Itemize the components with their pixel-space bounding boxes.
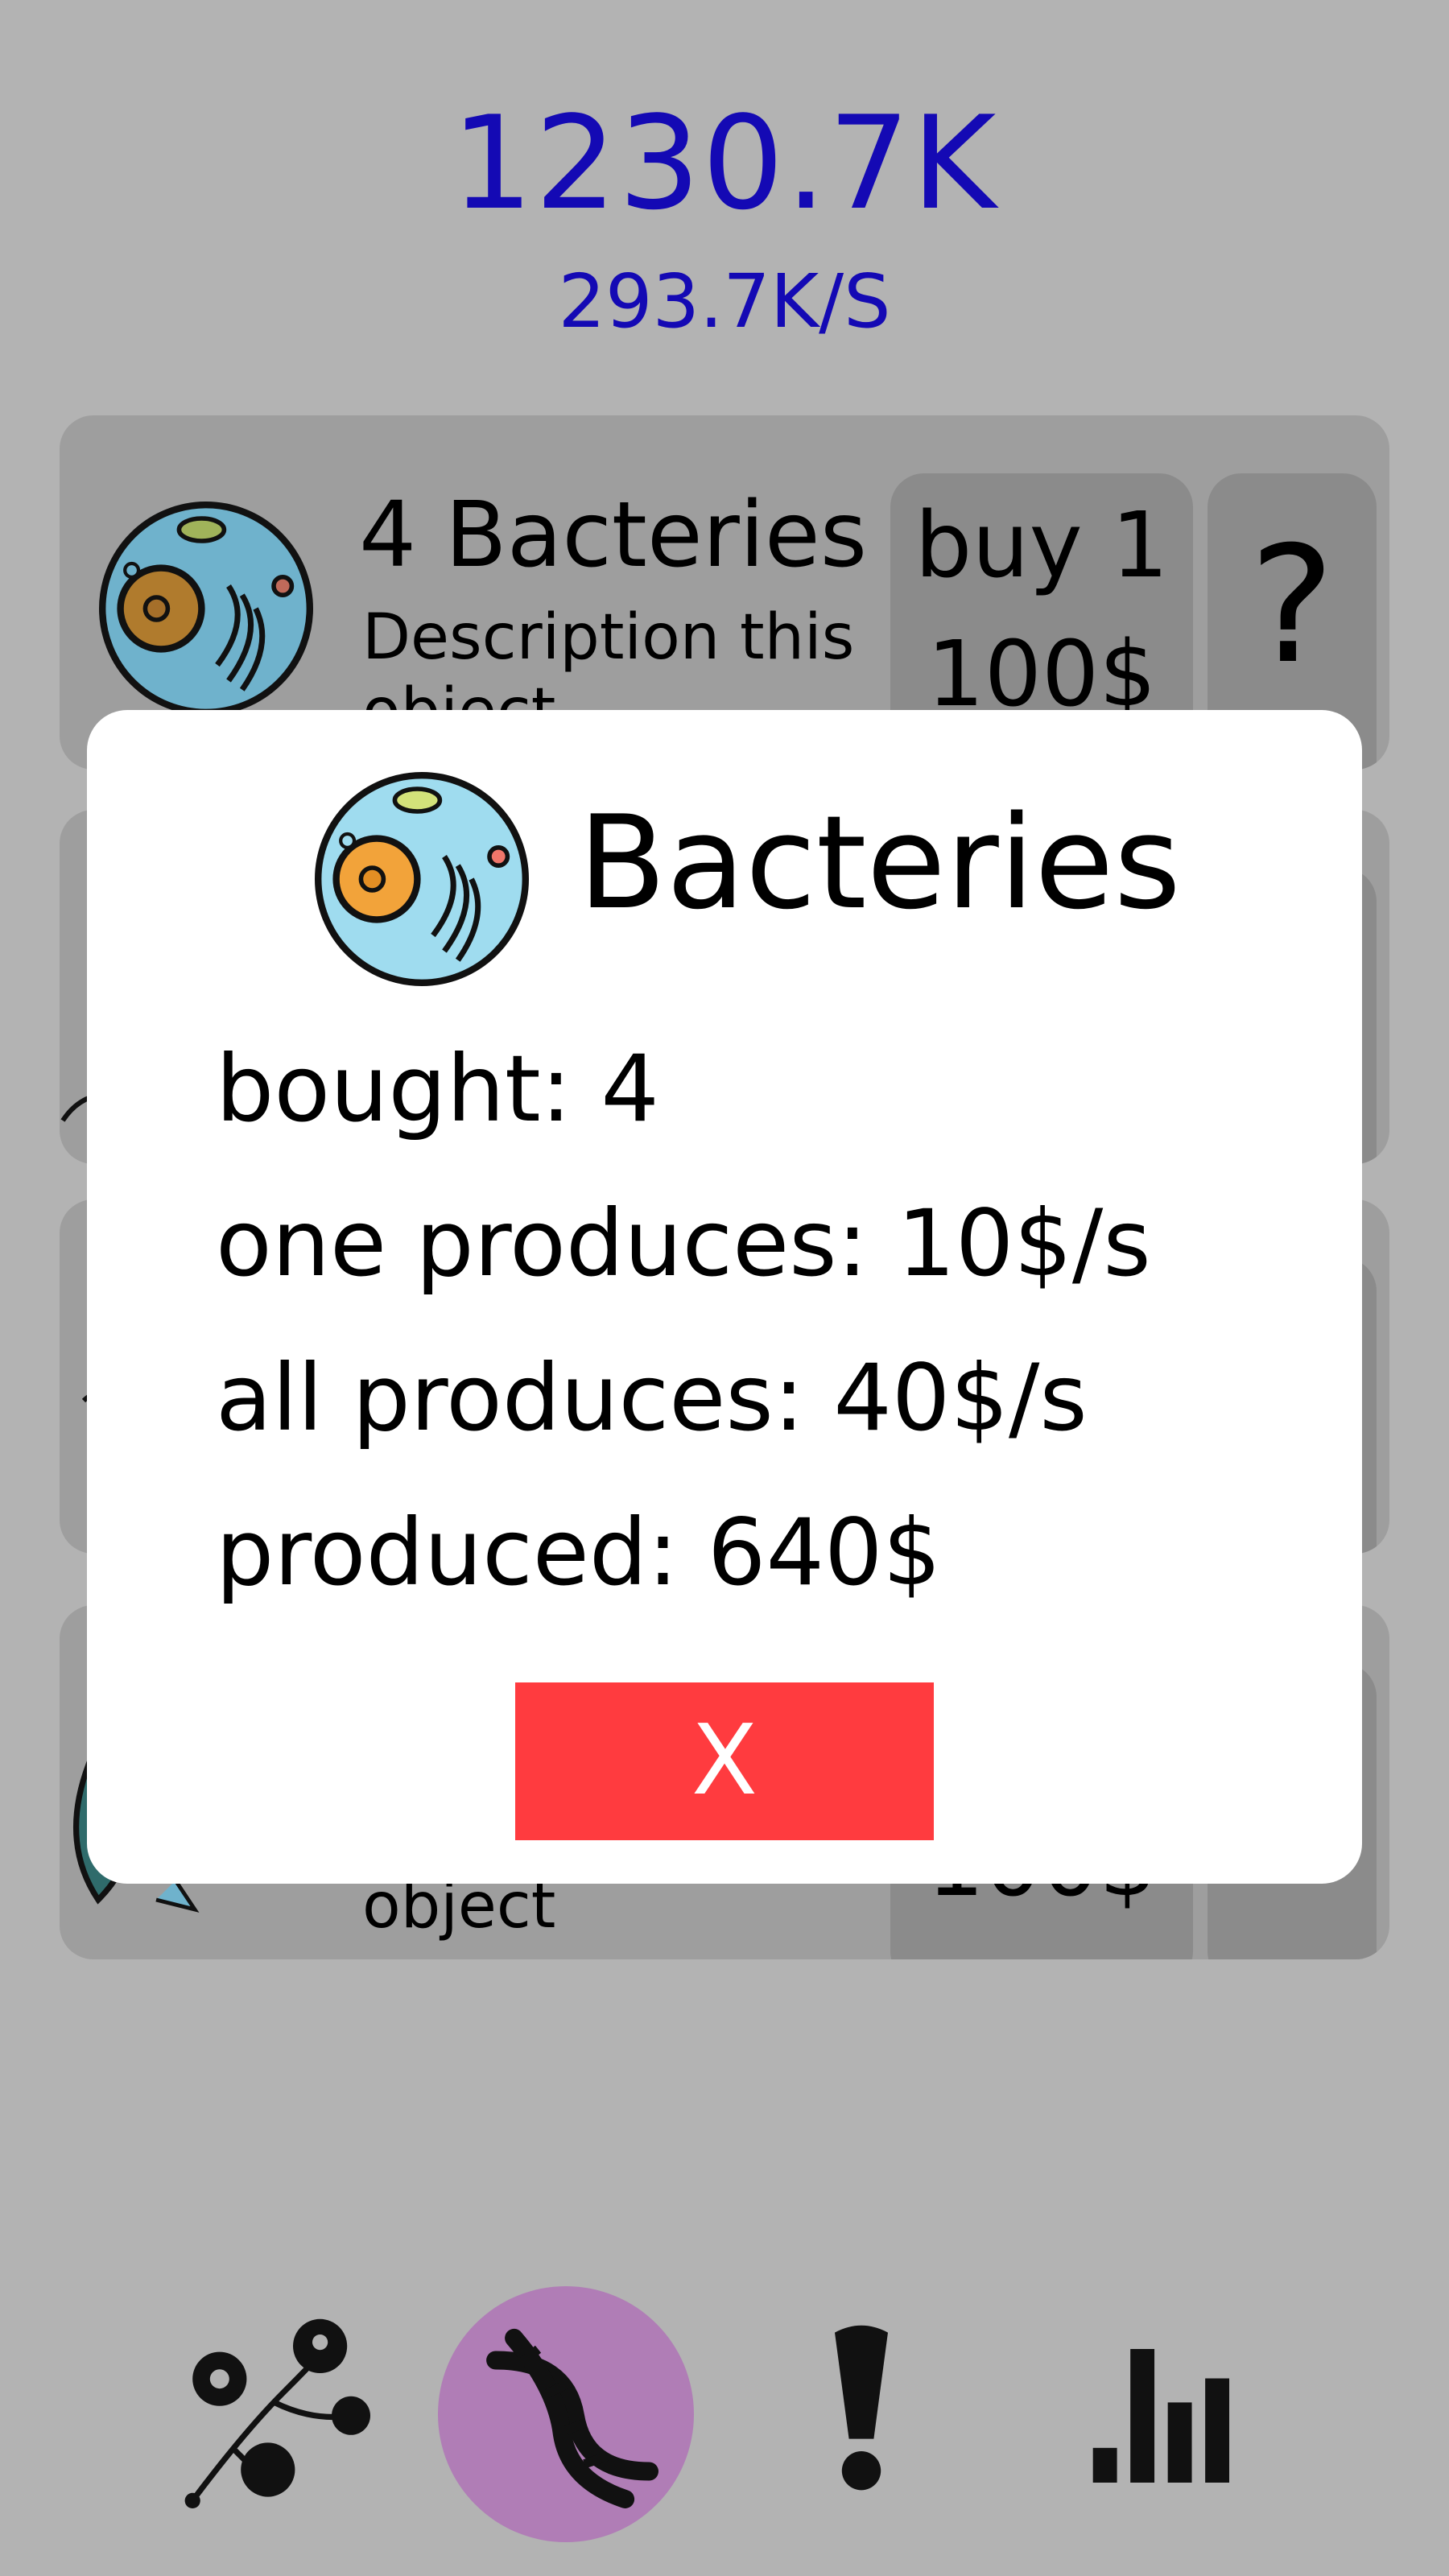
cell-icon — [99, 502, 313, 716]
dna-icon[interactable] — [473, 2323, 658, 2508]
evolution-tree-icon[interactable] — [177, 2315, 370, 2508]
income-rate: 293.7K/S — [558, 258, 891, 345]
cell-icon — [315, 772, 529, 986]
item-title: 4 Bacteries — [359, 483, 868, 588]
item-info-dialog: Bacteries bought: 4 one produces: 10$/s … — [87, 710, 1362, 1884]
one-produces: one produces: 10$/s — [216, 1190, 1151, 1297]
exclamation-icon[interactable] — [813, 2318, 910, 2496]
dialog-title: Bacteries — [578, 787, 1181, 938]
buy-label: buy 1 — [914, 493, 1169, 598]
bought-count: bought: 4 — [216, 1035, 659, 1142]
all-produces: all produces: 40$/s — [216, 1344, 1088, 1451]
total-produced: produced: 640$ — [216, 1499, 942, 1606]
money-counter: 1230.7K — [451, 88, 998, 238]
stats-icon[interactable] — [1092, 2349, 1241, 2483]
close-button[interactable]: X — [515, 1682, 934, 1840]
